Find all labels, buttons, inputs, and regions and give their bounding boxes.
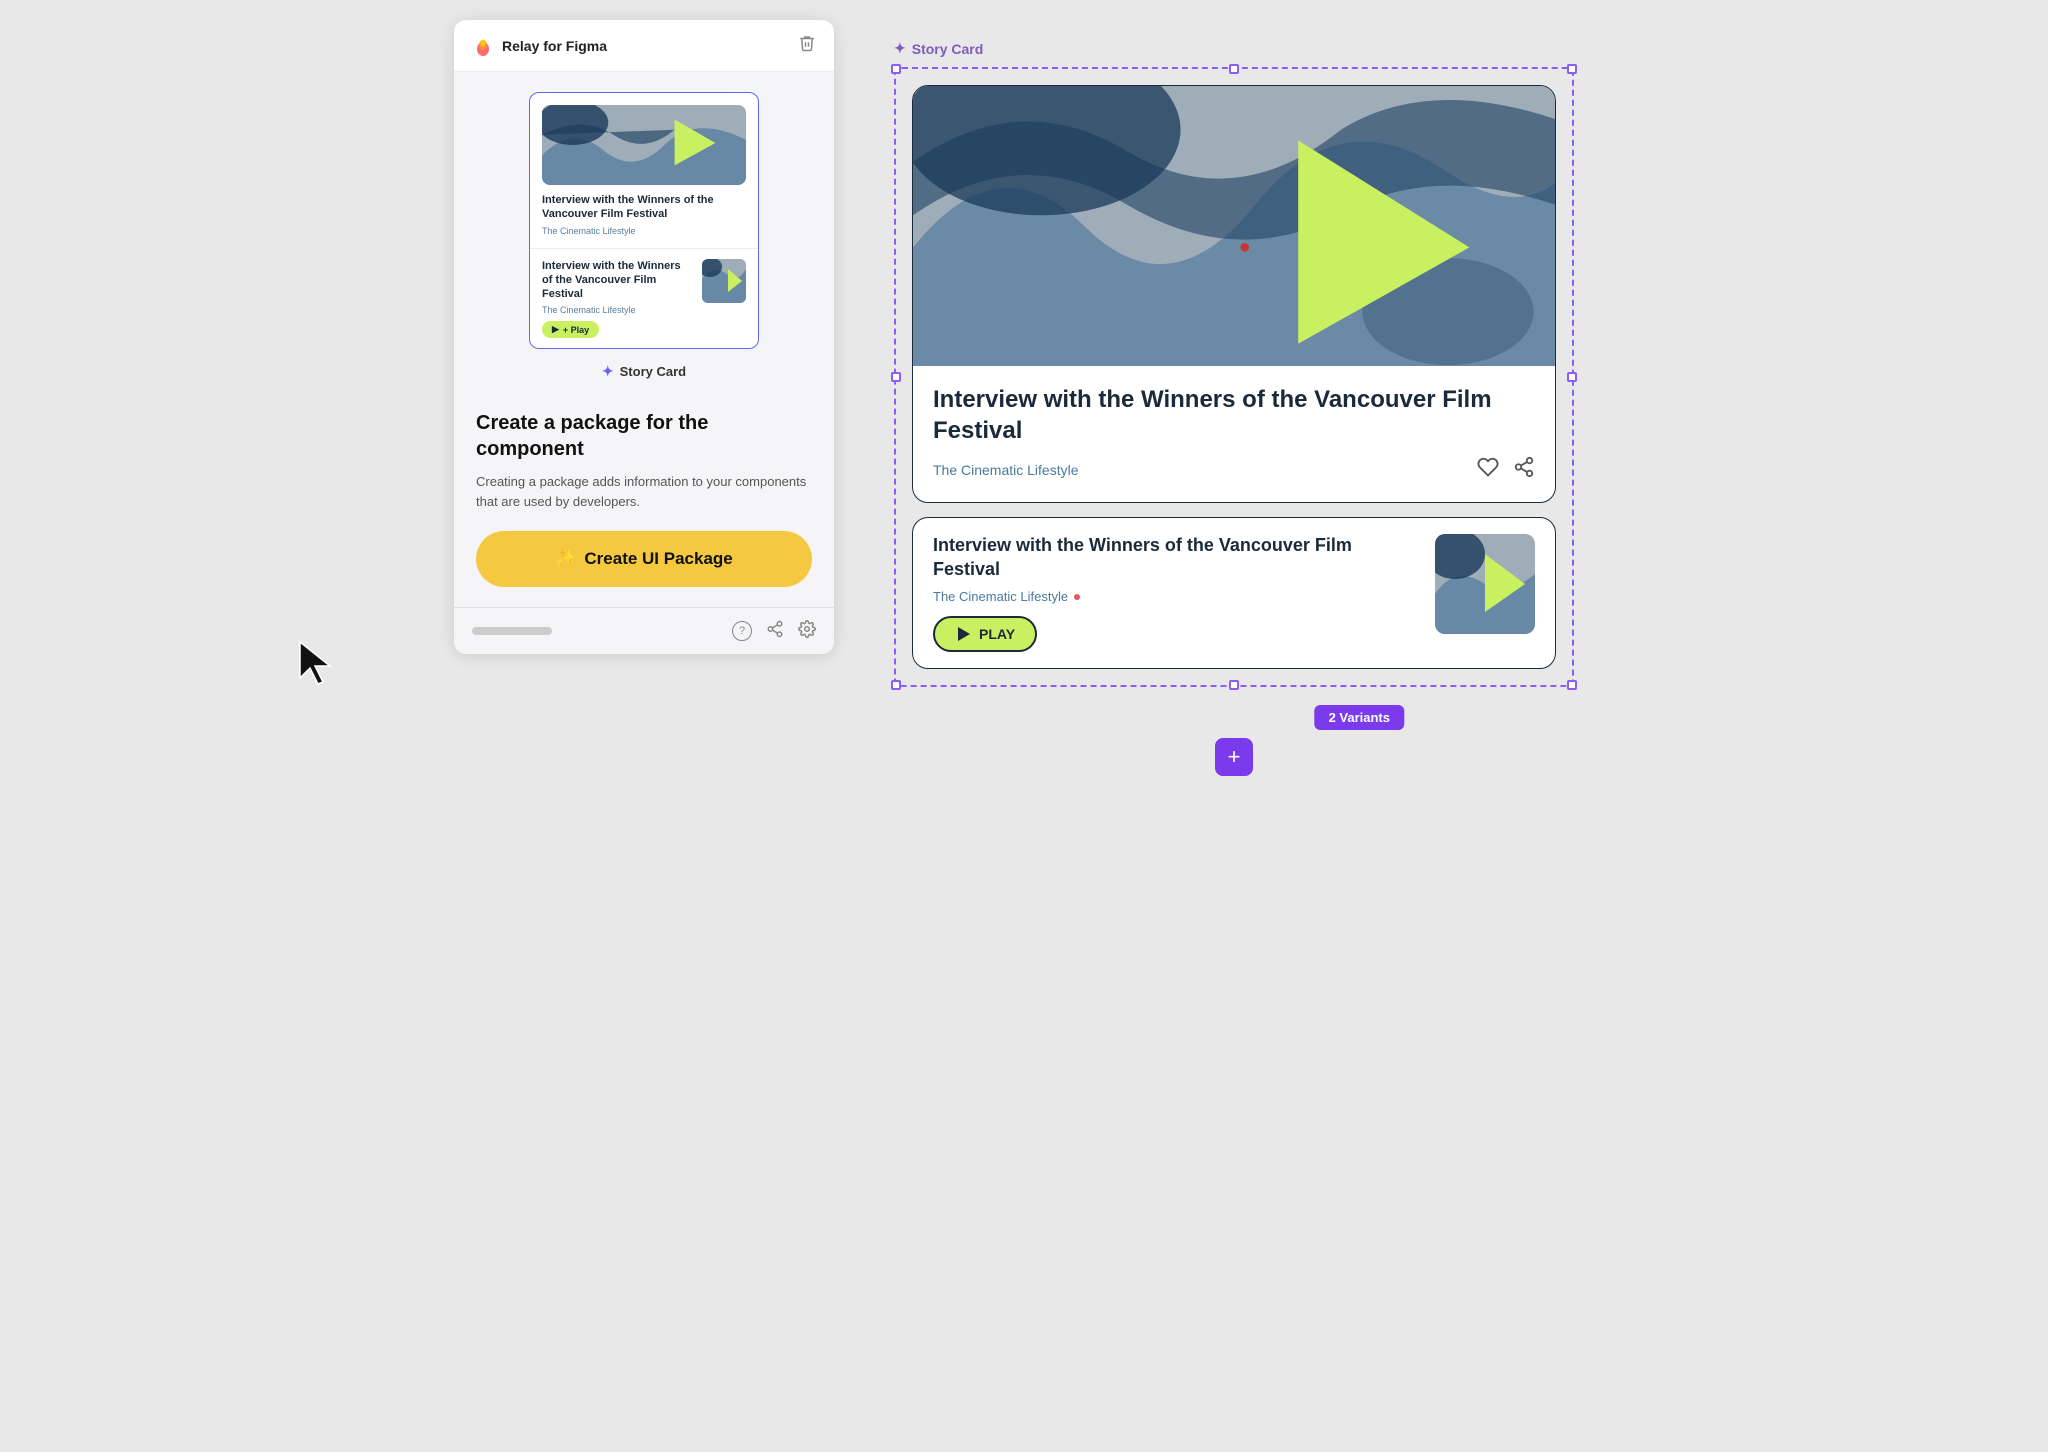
handle-bl[interactable] xyxy=(891,680,901,690)
mini-card-2-subtitle: The Cinematic Lifestyle xyxy=(542,305,694,315)
mini-card-1-title: Interview with the Winners of the Vancou… xyxy=(542,193,746,222)
handle-br[interactable] xyxy=(1567,680,1577,690)
handle-rm[interactable] xyxy=(1567,372,1577,382)
story-card-label-text: Story Card xyxy=(912,41,984,57)
create-btn-icon: ✨ xyxy=(555,549,576,569)
handle-tm[interactable] xyxy=(1229,64,1239,74)
source-label: The Cinematic Lifestyle xyxy=(933,589,1068,604)
big-card-1-body: Interview with the Winners of the Vancou… xyxy=(913,366,1555,502)
mini-card-2: Interview with the Winners of the Vancou… xyxy=(530,249,758,349)
panel-content: Create a package for the component Creat… xyxy=(454,400,834,607)
big-play-label: PLAY xyxy=(979,626,1015,642)
story-card-top-label: ✦ Story Card xyxy=(894,40,1574,57)
big-card-1-source: The Cinematic Lifestyle xyxy=(933,462,1079,478)
cursor xyxy=(296,640,336,693)
sparkle-icon: ✦ xyxy=(602,363,614,380)
big-card-2-title: Interview with the Winners of the Vancou… xyxy=(933,534,1419,581)
settings-icon[interactable] xyxy=(798,620,816,642)
header-left: Relay for Figma xyxy=(472,35,607,57)
preview-area: Interview with the Winners of the Vancou… xyxy=(454,72,834,400)
left-panel: Relay for Figma xyxy=(454,20,834,654)
footer-icons: ? xyxy=(732,620,816,642)
handle-lm[interactable] xyxy=(891,372,901,382)
create-btn-label: Create UI Package xyxy=(584,549,732,569)
big-card-2-thumb xyxy=(1435,534,1535,634)
panel-footer: ? xyxy=(454,607,834,654)
variants-area: 2 Variants + xyxy=(894,691,1574,776)
big-card-1: Interview with the Winners of the Vancou… xyxy=(912,85,1556,503)
live-indicator xyxy=(1074,594,1080,600)
component-label: ✦ Story Card xyxy=(602,363,686,380)
heart-icon[interactable] xyxy=(1477,456,1499,484)
panel-title: Relay for Figma xyxy=(502,38,607,54)
scroll-indicator xyxy=(472,627,552,635)
create-ui-package-button[interactable]: ✨ Create UI Package xyxy=(476,531,812,587)
help-icon[interactable]: ? xyxy=(732,621,752,641)
mini-card-2-content: Interview with the Winners of the Vancou… xyxy=(542,259,694,339)
play-icon xyxy=(955,626,971,642)
mini-card-2-title: Interview with the Winners of the Vancou… xyxy=(542,259,694,302)
add-variant-button[interactable]: + xyxy=(1215,738,1253,776)
variants-badge: 2 Variants xyxy=(1315,705,1404,730)
panel-header: Relay for Figma xyxy=(454,20,834,72)
share-card-icon[interactable] xyxy=(1513,456,1535,484)
mini-card-2-thumb xyxy=(702,259,746,303)
delete-icon[interactable] xyxy=(798,34,816,57)
mini-play-label: + Play xyxy=(563,325,589,335)
package-desc: Creating a package adds information to y… xyxy=(476,472,812,511)
selection-box: Interview with the Winners of the Vancou… xyxy=(894,67,1574,687)
big-card-1-thumbnail xyxy=(913,86,1555,366)
big-card-1-title: Interview with the Winners of the Vancou… xyxy=(933,384,1535,446)
component-label-text: Story Card xyxy=(620,364,686,379)
handle-tl[interactable] xyxy=(891,64,901,74)
big-card-2-source: The Cinematic Lifestyle xyxy=(933,589,1419,604)
big-card-2: Interview with the Winners of the Vancou… xyxy=(912,517,1556,669)
mini-play-icon: ▶ xyxy=(552,324,559,335)
share-icon[interactable] xyxy=(766,620,784,642)
relay-logo-icon xyxy=(472,35,494,57)
big-card-1-footer: The Cinematic Lifestyle xyxy=(933,456,1535,484)
big-play-button[interactable]: PLAY xyxy=(933,616,1037,652)
big-card-2-content: Interview with the Winners of the Vancou… xyxy=(933,534,1419,652)
handle-tr[interactable] xyxy=(1567,64,1577,74)
card-actions xyxy=(1477,456,1535,484)
mini-card-1: Interview with the Winners of the Vancou… xyxy=(530,93,758,248)
mini-card-1-subtitle: The Cinematic Lifestyle xyxy=(542,226,746,236)
component-frame: Interview with the Winners of the Vancou… xyxy=(529,92,759,349)
right-panel: ✦ Story Card xyxy=(874,20,1594,796)
handle-bm[interactable] xyxy=(1229,680,1239,690)
package-heading: Create a package for the component xyxy=(476,410,812,462)
mini-play-button[interactable]: ▶ + Play xyxy=(542,321,599,338)
mini-thumbnail-1 xyxy=(542,105,746,185)
sparkle-top-icon: ✦ xyxy=(894,40,906,57)
